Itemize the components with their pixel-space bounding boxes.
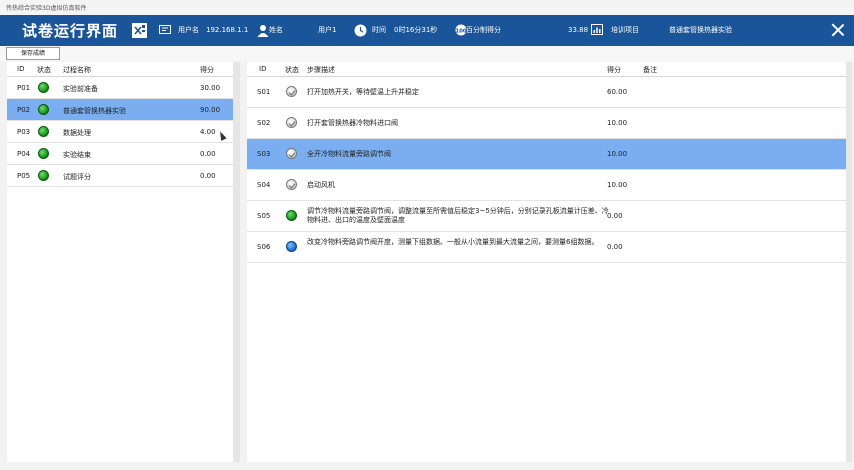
process-id: P03 — [17, 128, 31, 136]
message-icon — [159, 25, 171, 34]
step-list-panel: ID 状态 步骤描述 得分 备注 S01 打开加热开关，等待壁温上升并稳定 60.0… — [247, 62, 846, 462]
status-indicator-icon — [286, 148, 297, 159]
process-name: 实验前准备 — [63, 85, 98, 93]
step-description: 改变冷物料旁路调节阀开度，测量下组数据。一般从小流量到最大流量之间，要测量6组数… — [307, 238, 599, 246]
app-header: 试卷运行界面 用户名 192.168.1.1 姓名 用户1 时间 0时16分31… — [0, 15, 854, 46]
process-row[interactable]: P03 数据处理 4.00 — [7, 121, 233, 143]
step-score: 10.00 — [607, 150, 628, 158]
col-note: 备注 — [643, 66, 657, 74]
step-table-header: ID 状态 步骤描述 得分 备注 — [247, 62, 846, 77]
step-description: 全开冷物料流量旁路调节阀 — [307, 150, 391, 158]
step-id: S03 — [257, 150, 271, 158]
step-row[interactable]: S05 调节冷物料流量旁路调节阀，调整流量至所需值后稳定3~5分钟后，分别记录孔板… — [247, 201, 846, 232]
process-score: 90.00 — [200, 106, 221, 114]
process-row[interactable]: P02 普通套管换热器实验 90.00 — [7, 99, 233, 121]
col-status: 状态 — [37, 66, 51, 74]
col-id: ID — [259, 65, 267, 73]
step-id: S06 — [257, 243, 271, 251]
process-score: 0.00 — [200, 150, 216, 158]
step-row[interactable]: S01 打开加热开关，等待壁温上升并稳定 60.00 — [247, 77, 846, 108]
process-row[interactable]: P05 试题评分 0.00 — [7, 165, 233, 187]
window-titlebar: 传热综合实验3D虚拟仿真软件 — [0, 0, 854, 16]
process-table-header: ID 状态 过程名称 得分 — [7, 62, 233, 77]
col-desc: 步骤描述 — [307, 66, 335, 74]
process-list-scrollbar[interactable] — [233, 62, 240, 462]
step-id: S01 — [257, 88, 271, 96]
status-indicator-icon — [286, 210, 297, 221]
step-score: 0.00 — [607, 243, 623, 251]
step-description: 打开加热开关，等待壁温上升并稳定 — [307, 88, 419, 96]
user-icon — [257, 25, 269, 37]
step-description: 调节冷物料流量旁路调节阀，调整流量至所需值后稳定3~5分钟后，分别记录孔板流量计… — [307, 207, 609, 224]
step-list-scrollbar[interactable] — [846, 62, 852, 462]
name-label: 姓名 — [269, 26, 283, 34]
status-indicator-icon — [286, 241, 297, 252]
process-name: 试题评分 — [63, 173, 91, 181]
step-id: S02 — [257, 119, 271, 127]
close-icon[interactable] — [830, 22, 846, 38]
process-score: 30.00 — [200, 84, 221, 92]
status-indicator-icon — [38, 170, 49, 181]
page-title: 试卷运行界面 — [22, 22, 119, 40]
clock-icon — [354, 24, 367, 37]
step-row[interactable]: S03 全开冷物料流量旁路调节阀 10.00 — [247, 139, 846, 170]
time-value: 0时16分31秒 — [394, 26, 438, 34]
project-value: 普通套管换热器实验 — [669, 26, 732, 34]
process-id: P04 — [17, 150, 31, 158]
col-score: 得分 — [200, 66, 214, 74]
toolbar — [0, 46, 854, 61]
process-score: 4.00 — [200, 128, 216, 136]
col-id: ID — [17, 65, 25, 73]
col-status: 状态 — [285, 66, 299, 74]
col-score: 得分 — [607, 66, 621, 74]
step-row[interactable]: S06 改变冷物料旁路调节阀开度，测量下组数据。一般从小流量到最大流量之间，要测量… — [247, 232, 846, 263]
status-indicator-icon — [286, 117, 297, 128]
score-label: 百分制得分 — [466, 26, 501, 34]
window-title: 传热综合实验3D虚拟仿真软件 — [6, 5, 87, 12]
step-row[interactable]: S02 打开套管换热器冷物料进口阀 10.00 — [247, 108, 846, 139]
user-value: 用户1 — [318, 26, 337, 34]
process-name: 普通套管换热器实验 — [63, 107, 126, 115]
step-row[interactable]: S04 启动风机 10.00 — [247, 170, 846, 201]
status-indicator-icon — [38, 82, 49, 93]
step-id: S05 — [257, 212, 271, 220]
step-score: 10.00 — [607, 119, 628, 127]
status-indicator-icon — [286, 86, 297, 97]
time-label: 时间 — [372, 26, 386, 34]
username-label: 用户名 — [178, 26, 199, 34]
process-row[interactable]: P04 实验结束 0.00 — [7, 143, 233, 165]
step-score: 0.00 — [607, 212, 623, 220]
status-indicator-icon — [38, 104, 49, 115]
process-id: P05 — [17, 172, 31, 180]
process-name: 数据处理 — [63, 129, 91, 137]
process-row[interactable]: P01 实验前准备 30.00 — [7, 77, 233, 99]
process-id: P02 — [17, 106, 31, 114]
status-indicator-icon — [286, 179, 297, 190]
process-name: 实验结束 — [63, 151, 91, 159]
process-id: P01 — [17, 84, 31, 92]
score-value: 33.88 — [568, 26, 589, 34]
status-indicator-icon — [38, 148, 49, 159]
process-list-panel: ID 状态 过程名称 得分 P01 实验前准备 30.00 P02 普通套管换热器实验 9… — [7, 62, 233, 462]
process-score: 0.00 — [200, 172, 216, 180]
project-label: 培训项目 — [611, 26, 639, 34]
col-name: 过程名称 — [63, 66, 91, 74]
step-description: 启动风机 — [307, 181, 335, 189]
status-indicator-icon — [38, 126, 49, 137]
step-description: 打开套管换热器冷物料进口阀 — [307, 119, 398, 127]
step-score: 60.00 — [607, 88, 628, 96]
exam-icon — [132, 23, 147, 38]
username-value: 192.168.1.1 — [206, 26, 249, 34]
save-button[interactable]: 保存成绩 — [6, 47, 60, 60]
chart-icon — [591, 24, 603, 35]
step-id: S04 — [257, 181, 271, 189]
step-score: 10.00 — [607, 181, 628, 189]
